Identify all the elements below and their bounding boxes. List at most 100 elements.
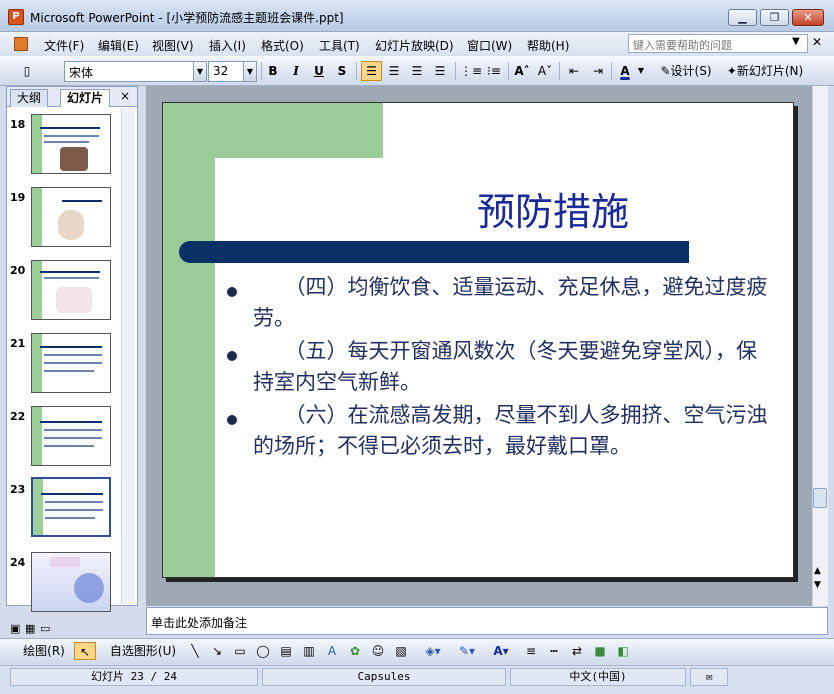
- vertical-textbox-icon[interactable]: ▥: [300, 642, 318, 660]
- thumbnail-number: 23: [10, 483, 26, 496]
- font-name-field[interactable]: 宋体: [64, 61, 194, 82]
- bullet-dot: [227, 287, 237, 297]
- toolbar-separator: [356, 62, 357, 80]
- select-pointer-icon[interactable]: ↖: [74, 642, 96, 660]
- draw-font-color-icon[interactable]: A▾: [488, 642, 514, 660]
- thumbnail-number: 24: [10, 556, 26, 569]
- tab-outline[interactable]: 大纲: [10, 89, 49, 107]
- fill-color-icon[interactable]: ◈▾: [420, 642, 446, 660]
- design-label: 设计(S): [670, 64, 712, 78]
- slide-sorter-icon[interactable]: ▦: [25, 622, 35, 635]
- slide-thumbnail-20[interactable]: [31, 260, 111, 320]
- autoshapes-button[interactable]: 自选图形(U): [104, 642, 182, 660]
- toolbar-separator: [508, 62, 509, 80]
- font-size-dropdown-arrow[interactable]: ▼: [244, 61, 257, 82]
- green-side-band: [163, 103, 215, 577]
- notes-pane[interactable]: 单击此处添加备注: [146, 607, 828, 635]
- increase-font-icon[interactable]: A˄: [512, 61, 532, 81]
- arrow-tool-icon[interactable]: ↘: [208, 642, 226, 660]
- new-slide-icon: ✦: [726, 64, 737, 78]
- document-close-button[interactable]: ✕: [812, 35, 822, 49]
- normal-view-icon[interactable]: ▣: [10, 622, 20, 635]
- title-underline-bar: [179, 241, 689, 263]
- align-left-icon[interactable]: ☰: [361, 61, 382, 81]
- align-center-icon[interactable]: ☰: [384, 61, 404, 81]
- line-color-icon[interactable]: ✎▾: [454, 642, 480, 660]
- rectangle-tool-icon[interactable]: ▭: [231, 642, 249, 660]
- slide-thumbnail-23[interactable]: [31, 477, 111, 537]
- draw-menu-button[interactable]: 绘图(R): [18, 642, 70, 660]
- menu-help[interactable]: 帮助(H): [527, 37, 569, 54]
- menu-slideshow[interactable]: 幻灯片放映(D): [375, 37, 454, 54]
- arrow-style-icon[interactable]: ⇄: [568, 642, 586, 660]
- slide-scrollbar[interactable]: [812, 86, 828, 606]
- slide-thumbnail-22[interactable]: [31, 406, 111, 466]
- slideshow-icon[interactable]: ▭: [40, 622, 50, 635]
- menu-window[interactable]: 窗口(W): [467, 37, 512, 54]
- 3d-style-icon[interactable]: ◧: [614, 642, 632, 660]
- scrollbar-thumb[interactable]: [813, 488, 827, 508]
- slide-thumbnail-19[interactable]: [31, 187, 111, 247]
- slide-thumbnail-21[interactable]: [31, 333, 111, 393]
- menu-view[interactable]: 视图(V): [152, 37, 194, 54]
- font-color-icon[interactable]: A: [615, 61, 635, 81]
- font-dropdown-arrow[interactable]: ▼: [194, 61, 207, 82]
- new-slide-button[interactable]: ✦新幻灯片(N): [722, 61, 808, 81]
- bullet-list-icon[interactable]: ⁝≡: [484, 61, 504, 81]
- new-file-icon[interactable]: ▯: [18, 61, 36, 81]
- dash-style-icon[interactable]: ┅: [545, 642, 563, 660]
- clipart-icon[interactable]: ☺: [369, 642, 387, 660]
- shadow-style-icon[interactable]: ■: [591, 642, 609, 660]
- bullet-text[interactable]: （四）均衡饮食、适量运动、充足休息，避免过度疲劳。: [253, 272, 773, 334]
- italic-button[interactable]: I: [287, 61, 305, 81]
- justify-icon[interactable]: ☰: [430, 61, 450, 81]
- diagram-icon[interactable]: ✿: [346, 642, 364, 660]
- wordart-icon[interactable]: A: [323, 642, 341, 660]
- oval-tool-icon[interactable]: ◯: [254, 642, 272, 660]
- menu-file[interactable]: 文件(F): [44, 37, 84, 54]
- increase-indent-icon[interactable]: ⇥: [588, 61, 608, 81]
- decrease-indent-icon[interactable]: ⇤: [564, 61, 584, 81]
- font-color-dropdown-icon[interactable]: ▼: [636, 61, 646, 81]
- design-button[interactable]: ✎设计(S): [655, 61, 717, 81]
- slides-pane-scrollbar[interactable]: [121, 108, 135, 604]
- numbered-list-icon[interactable]: ⋮≡: [460, 61, 482, 81]
- restore-button[interactable]: ❐: [760, 9, 789, 26]
- chevron-down-icon[interactable]: ▼: [792, 36, 800, 47]
- bullet-text[interactable]: （五）每天开窗通风数次（冬天要避免穿堂风），保持室内空气新鲜。: [253, 336, 773, 398]
- thumbnail-number: 18: [10, 118, 26, 131]
- slide-thumbnail-24[interactable]: [31, 552, 111, 612]
- spellcheck-icon[interactable]: ✉: [690, 668, 728, 686]
- design-icon: ✎: [660, 64, 671, 78]
- document-icon[interactable]: [14, 37, 28, 51]
- shadow-button[interactable]: S: [333, 61, 351, 81]
- powerpoint-icon[interactable]: P: [8, 9, 24, 25]
- previous-slide-icon[interactable]: ▲: [814, 566, 821, 576]
- decrease-font-icon[interactable]: A˅: [535, 61, 555, 81]
- line-tool-icon[interactable]: ╲: [186, 642, 204, 660]
- textbox-tool-icon[interactable]: ▤: [277, 642, 295, 660]
- menu-tools[interactable]: 工具(T): [319, 37, 360, 54]
- align-right-icon[interactable]: ☰: [407, 61, 427, 81]
- slide-canvas[interactable]: 预防措施 （四）均衡饮食、适量运动、充足休息，避免过度疲劳。 （五）每天开窗通风…: [162, 102, 794, 578]
- menu-format[interactable]: 格式(O): [261, 37, 304, 54]
- tab-slides[interactable]: 幻灯片: [60, 89, 111, 107]
- window-title: Microsoft PowerPoint - [小学预防流感主题班会课件.ppt…: [30, 11, 344, 25]
- close-button[interactable]: ✕: [792, 9, 824, 26]
- slide-title[interactable]: 预防措施: [363, 181, 743, 236]
- underline-button[interactable]: U: [310, 61, 328, 81]
- close-icon[interactable]: ×: [120, 89, 130, 103]
- font-size-field[interactable]: 32: [208, 61, 244, 82]
- help-search-input[interactable]: 键入需要帮助的问题: [628, 34, 808, 53]
- bold-button[interactable]: B: [264, 61, 282, 81]
- picture-icon[interactable]: ▧: [392, 642, 410, 660]
- line-style-icon[interactable]: ≡: [522, 642, 540, 660]
- next-slide-icon[interactable]: ▼: [814, 580, 821, 590]
- slide-thumbnail-18[interactable]: [31, 114, 111, 174]
- menu-insert[interactable]: 插入(I): [209, 37, 246, 54]
- bullet-text[interactable]: （六）在流感高发期，尽量不到人多拥挤、空气污浊的场所；不得已必须去时，最好戴口罩…: [253, 400, 773, 462]
- toolbar-separator: [261, 62, 262, 80]
- menu-edit[interactable]: 编辑(E): [98, 37, 139, 54]
- minimize-button[interactable]: ▁: [728, 9, 757, 26]
- new-slide-label: 新幻灯片(N): [736, 64, 804, 78]
